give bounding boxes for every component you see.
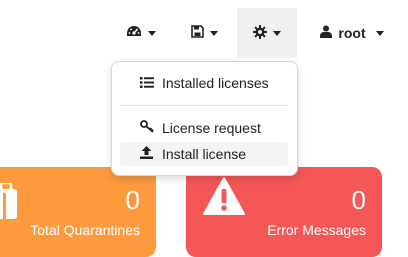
- install-license-item[interactable]: Install license: [120, 142, 288, 166]
- error-messages-count: 0: [351, 185, 366, 215]
- installed-licenses-label: Installed licenses: [162, 75, 269, 91]
- dashboard-menu[interactable]: [117, 8, 165, 58]
- list-icon: [140, 75, 154, 91]
- license-request-item[interactable]: License request: [120, 116, 288, 140]
- user-icon: [320, 25, 333, 41]
- dropdown-divider: [120, 105, 288, 106]
- license-request-label: License request: [162, 120, 261, 136]
- chevron-down-icon: [209, 30, 218, 36]
- user-label: root: [338, 25, 366, 41]
- warning-icon: [202, 176, 246, 221]
- total-quarantines-label: Total Quarantines: [30, 222, 140, 238]
- settings-dropdown: Installed licenses License request Insta…: [111, 61, 298, 176]
- total-quarantines-count: 0: [125, 185, 140, 215]
- user-menu[interactable]: root: [312, 8, 392, 58]
- chevron-down-icon: [273, 30, 281, 36]
- gear-icon: [253, 24, 267, 42]
- chevron-down-icon: [148, 30, 156, 36]
- upload-icon: [140, 146, 153, 162]
- error-messages-label: Error Messages: [267, 222, 366, 238]
- install-license-label: Install license: [162, 146, 247, 162]
- briefcase-icon: [0, 181, 17, 224]
- top-navbar: root: [0, 0, 408, 62]
- error-messages-card[interactable]: 0 Error Messages: [186, 167, 382, 257]
- floppy-disk-icon: [190, 25, 204, 41]
- total-quarantines-card[interactable]: 0 Total Quarantines: [0, 167, 156, 257]
- save-menu[interactable]: [180, 8, 228, 58]
- key-icon: [140, 120, 154, 136]
- settings-menu[interactable]: [237, 8, 297, 58]
- installed-licenses-item[interactable]: Installed licenses: [120, 71, 288, 95]
- chevron-down-icon: [375, 30, 384, 36]
- dashboard-icon: [126, 25, 142, 42]
